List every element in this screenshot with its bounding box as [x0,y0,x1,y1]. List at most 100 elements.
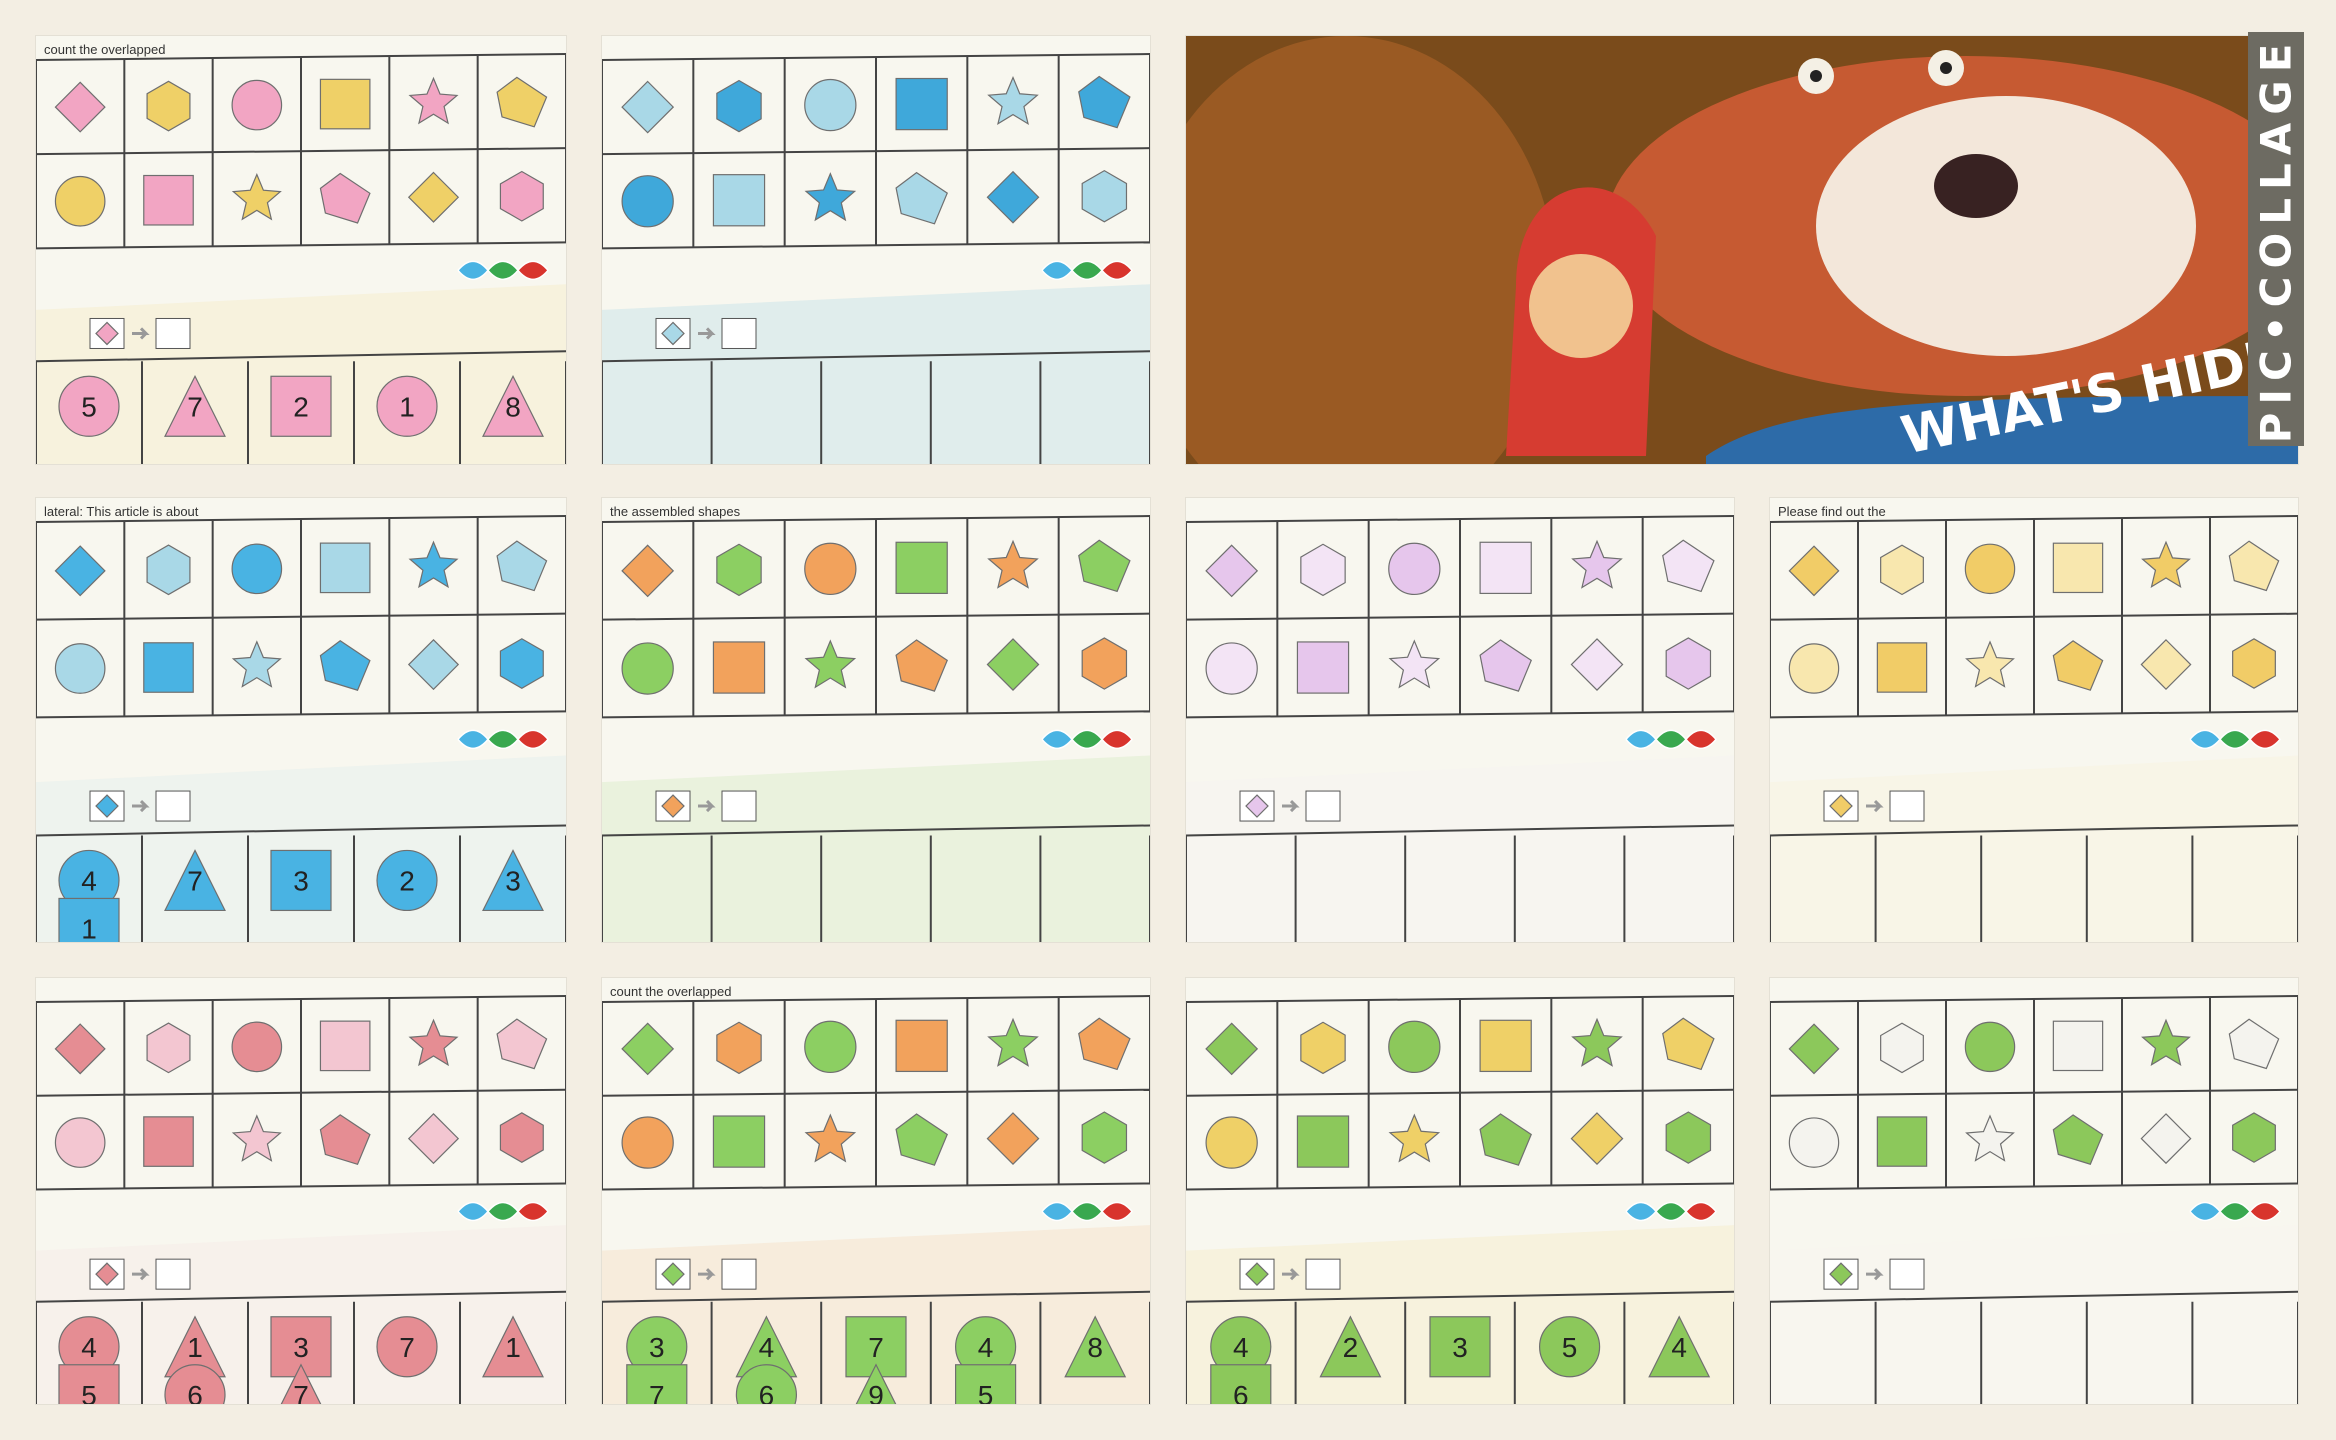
lilac-worksheet-tile [1186,498,1734,942]
paper-fold-shadow [1770,755,2298,942]
answer-number: 2 [293,391,309,422]
answer-number: 2 [1343,1332,1359,1363]
green-orange-worksheet-tile: count the overlapped 3 4 7 4 8 7 6 9 5 [602,978,1150,1404]
worksheet-shape [1964,1021,2016,1073]
wolf-muzzle [1816,96,2196,356]
worksheet-header: Please find out the [1778,504,1886,519]
pink-yellow-worksheet-tile: count the overlapped 5 7 2 1 8 [36,36,566,464]
worksheet-shape [1205,1116,1258,1169]
worksheet-shape [2052,542,2104,594]
worksheet-shape [895,1019,948,1073]
lilac-worksheet-illustration [1186,498,1734,942]
example-box-right [721,790,757,822]
worksheet-shape [804,1020,857,1074]
worksheet-shape [895,77,948,131]
worksheet-shape [143,642,194,693]
blue-shapes-worksheet-tile: lateral: This article is about 4 7 3 2 3 1 [36,498,566,942]
rose-worksheet-illustration: 4 1 3 7 15 6 7 [36,978,566,1404]
green-shadows-worksheet-tile [1770,978,2298,1404]
answer-number: 5 [81,1380,97,1404]
orange-green-worksheet-illustration: the assembled shapes [602,498,1150,942]
worksheet-shape [54,643,106,694]
answer-number: 1 [505,1332,521,1363]
example-box-right [1305,1258,1341,1290]
worksheet-shape [2052,1020,2104,1072]
answer-number: 5 [81,391,97,422]
example-box-right [1889,790,1925,822]
paper-fold-shadow [602,755,1150,942]
worksheet-shape [231,1021,283,1073]
olive-yellow-worksheet-illustration: 4 2 3 5 4 6 [1186,978,1734,1404]
answer-number: 2 [399,865,415,896]
worksheet-header: count the overlapped [44,42,165,57]
blue-fragment-worksheet-tile [602,36,1150,464]
olive-yellow-worksheet-tile: 4 2 3 5 4 6 [1186,978,1734,1404]
worksheet-shape [804,78,857,132]
picollage-watermark: PIC•COLLAGE [2248,32,2304,446]
answer-number: 3 [505,865,521,896]
paper-fold-shadow [1186,755,1734,942]
answer-number: 4 [1671,1332,1687,1363]
worksheet-shape [1388,1020,1441,1074]
worksheet-shape [319,1020,371,1072]
answer-number: 3 [293,865,309,896]
paper-fold-shadow [602,284,1150,464]
example-box-right [155,317,191,349]
paper-fold-shadow [36,284,566,464]
pink-yellow-worksheet-illustration: count the overlapped 5 7 2 1 8 [36,36,566,464]
worksheet-shape [712,641,766,694]
answer-number: 7 [293,1380,309,1404]
answer-number: 3 [293,1332,309,1363]
answer-number: 7 [187,391,203,422]
answer-number: 7 [649,1380,665,1404]
answer-number: 7 [868,1332,884,1363]
blue-shapes-worksheet-illustration: lateral: This article is about 4 7 3 2 3 1 [36,498,566,942]
answer-number: 4 [81,865,97,896]
worksheet-shape [1788,643,1840,694]
worksheet-shape [54,175,106,227]
worksheet-shape [319,542,371,594]
example-box-right [155,790,191,822]
answer-number: 6 [759,1380,775,1404]
worksheet-header: count the overlapped [610,984,731,999]
orange-green-worksheet-tile: the assembled shapes [602,498,1150,942]
worksheet-shape [1296,641,1350,694]
wolf-nose [1934,154,2018,218]
worksheet-header: the assembled shapes [610,504,741,519]
worksheet-header: lateral: This article is about [44,504,199,519]
rose-worksheet-tile: 41371567 [36,978,566,1404]
example-box-right [721,1258,757,1290]
answer-number: 7 [187,865,203,896]
example-box-right [155,1258,191,1290]
photo-collage: count the overlapped 5 7 2 1 8 WHAT'S HIDING T… [0,0,2336,1440]
example-box-right [721,317,757,349]
answer-number: 6 [187,1380,203,1404]
worksheet-shape [804,542,857,596]
answer-number: 5 [978,1380,994,1404]
answer-number: 4 [1233,1332,1249,1363]
worksheet-shape [1876,1116,1928,1167]
mustard-worksheet-tile: Please find out the [1770,498,2298,942]
answer-number: 7 [399,1332,415,1363]
storybook-cover-tile: WHAT'S HIDING THERE [1186,36,2298,464]
answer-number: 3 [649,1332,665,1363]
answer-number: 3 [1452,1332,1468,1363]
worksheet-shape [143,174,194,226]
worksheet-shape [712,1115,766,1168]
worksheet-shape [1876,642,1928,693]
worksheet-shape [621,642,674,695]
wolf-pupil-right [1940,62,1952,74]
worksheet-shape [712,174,766,227]
worksheet-shape [1788,1117,1840,1168]
worksheet-shape [1388,542,1441,596]
worksheet-shape [621,175,674,228]
answer-number: 8 [505,391,521,422]
answer-number: 4 [759,1332,775,1363]
worksheet-shape [1296,1115,1350,1168]
worksheet-shape [1964,543,2016,595]
mustard-worksheet-illustration: Please find out the [1770,498,2298,942]
worksheet-shape [621,1116,674,1169]
answer-number: 4 [978,1332,994,1363]
answer-number: 5 [1562,1332,1578,1363]
example-box-right [1305,790,1341,822]
